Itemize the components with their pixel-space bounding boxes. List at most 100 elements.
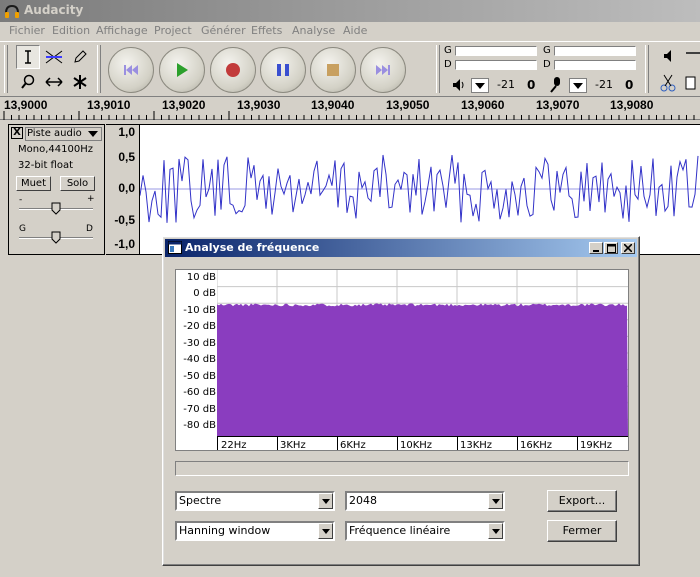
menu-project[interactable]: Project xyxy=(154,24,192,37)
timeshift-tool-button[interactable] xyxy=(42,70,66,94)
algorithm-dropdown-button[interactable] xyxy=(318,493,333,509)
db-label: 10 dB xyxy=(186,272,216,283)
maximize-button[interactable] xyxy=(604,242,618,254)
track-control-panel: X Piste audio Mono,44100Hz 32-bit float … xyxy=(8,124,105,255)
skip-end-button[interactable] xyxy=(360,47,406,93)
toolbar-grip[interactable] xyxy=(645,45,649,93)
minimize-button[interactable] xyxy=(589,242,603,254)
window-function-select[interactable]: Hanning window xyxy=(175,521,335,541)
size-dropdown-button[interactable] xyxy=(488,493,503,509)
track-close-button[interactable]: X xyxy=(11,127,23,139)
toolbar-area: G D -21 0 G D -21 0 xyxy=(0,41,700,96)
menu-fichier[interactable]: Fichier xyxy=(9,24,45,37)
rec-meter-value: 0 xyxy=(625,78,634,92)
window-title: Audacity xyxy=(24,3,84,17)
axis-value: Fréquence linéaire xyxy=(349,524,451,537)
speaker-icon xyxy=(664,50,671,62)
track-vertical-ruler[interactable]: 1,0 0,5 0,0 -0,5 -1,0 xyxy=(106,124,140,255)
envelope-tool-button[interactable] xyxy=(42,45,66,69)
spectrum-fill xyxy=(217,303,628,436)
waveform xyxy=(139,154,700,223)
record-button[interactable] xyxy=(210,47,256,93)
axis-dropdown-button[interactable] xyxy=(488,523,503,539)
pan-slider-thumb[interactable] xyxy=(51,231,61,244)
window-icon xyxy=(168,241,182,254)
rec-meter-menu-button[interactable] xyxy=(569,78,587,93)
db-label: -80 dB xyxy=(183,420,216,431)
play-meter-left xyxy=(455,46,537,56)
menu-effets[interactable]: Effets xyxy=(251,24,282,37)
close-button[interactable] xyxy=(621,242,635,254)
gain-slider-thumb[interactable] xyxy=(51,202,61,215)
skip-end-icon xyxy=(376,65,390,75)
pause-icon xyxy=(277,64,289,76)
triangle-down-icon xyxy=(491,528,500,534)
copy-icon xyxy=(685,76,696,90)
toolbar-grip[interactable] xyxy=(436,45,440,93)
double-arrow-icon xyxy=(45,77,63,87)
stop-button[interactable] xyxy=(310,47,356,93)
menu-generer[interactable]: Générer xyxy=(201,24,246,37)
microphone-icon xyxy=(550,77,560,93)
play-meter-value: 0 xyxy=(527,78,536,92)
window-titlebar[interactable]: Audacity xyxy=(0,0,700,22)
hz-label: 22Hz xyxy=(221,440,247,451)
multi-tool-button[interactable] xyxy=(68,70,92,94)
selection-tool-button[interactable] xyxy=(16,45,40,69)
export-button[interactable]: Export... xyxy=(547,490,617,512)
pause-button[interactable] xyxy=(260,47,306,93)
audacity-logo-icon xyxy=(5,4,19,18)
record-icon xyxy=(226,63,240,77)
dialog-titlebar[interactable]: Analyse de fréquence xyxy=(165,239,637,257)
toolbar-grip[interactable] xyxy=(4,45,8,93)
timeline-ruler[interactable]: 13,9000 13,9010 13,9020 13,9030 13,9040 … xyxy=(0,96,700,120)
vruler-label: 0,0 xyxy=(118,181,135,195)
solo-button[interactable]: Solo xyxy=(60,176,95,191)
maximize-icon xyxy=(606,243,616,253)
pan-right-label: D xyxy=(86,224,93,234)
algorithm-select[interactable]: Spectre xyxy=(175,491,335,511)
menu-bar: Fichier Edition Affichage Project Génére… xyxy=(0,22,700,41)
axis-select[interactable]: Fréquence linéaire xyxy=(345,521,505,541)
vruler-label: 1,0 xyxy=(118,125,135,139)
zoom-tool-button[interactable] xyxy=(16,70,40,94)
slider-track[interactable] xyxy=(686,52,700,62)
draw-tool-button[interactable] xyxy=(68,45,92,69)
play-meter-menu-button[interactable] xyxy=(471,78,489,93)
menu-aide[interactable]: Aide xyxy=(343,24,367,37)
menu-affichage[interactable]: Affichage xyxy=(96,24,148,37)
cut-button[interactable] xyxy=(656,72,680,94)
mixer-button[interactable] xyxy=(657,46,681,68)
progress-bar xyxy=(175,461,629,476)
copy-button[interactable] xyxy=(684,72,700,94)
rec-meter-right-label: D xyxy=(543,59,551,70)
close-dialog-button[interactable]: Fermer xyxy=(547,520,617,542)
triangle-down-icon xyxy=(475,82,485,89)
mute-button[interactable]: Muet xyxy=(16,176,51,191)
rec-meter-left xyxy=(554,46,636,56)
ibeam-icon xyxy=(25,50,31,64)
play-icon xyxy=(177,63,188,77)
menu-analyse[interactable]: Analyse xyxy=(292,24,335,37)
play-meter-left-label: G xyxy=(444,45,452,56)
ruler-ticks xyxy=(3,111,695,120)
play-button[interactable] xyxy=(159,47,205,93)
envelope-icon xyxy=(45,50,63,64)
track-name-menu[interactable]: Piste audio xyxy=(25,127,102,141)
window-function-dropdown-button[interactable] xyxy=(318,523,333,539)
spectrum-canvas xyxy=(217,270,628,436)
toolbar-grip[interactable] xyxy=(97,45,101,93)
hz-label: 3KHz xyxy=(280,440,306,451)
skip-start-button[interactable] xyxy=(108,47,154,93)
menu-edition[interactable]: Edition xyxy=(52,24,90,37)
db-label: 0 dB xyxy=(193,288,216,299)
close-icon xyxy=(624,244,632,252)
size-select[interactable]: 2048 xyxy=(345,491,505,511)
db-label: -10 dB xyxy=(183,305,216,316)
play-meter-right xyxy=(455,60,537,70)
rec-meter-left-label: G xyxy=(543,45,551,56)
size-value: 2048 xyxy=(349,494,377,507)
spectrum-plot[interactable]: 10 dB 0 dB -10 dB -20 dB -30 dB -40 dB -… xyxy=(175,269,629,451)
hz-label: 6KHz xyxy=(340,440,366,451)
minimize-icon xyxy=(593,250,599,252)
